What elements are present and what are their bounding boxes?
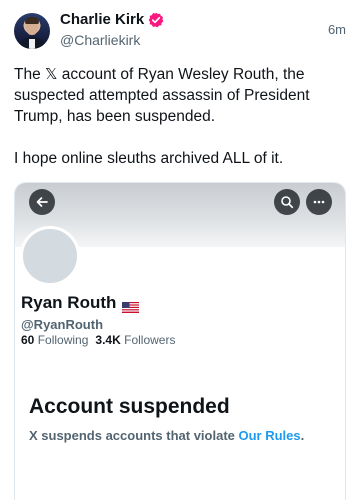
profile-screenshot-card[interactable]: Ryan Routh @RyanRouth 60 Following 3.4K …	[14, 182, 346, 500]
more-dots-icon	[313, 200, 325, 204]
profile-stats: 60 Following 3.4K Followers	[21, 333, 175, 347]
profile-handle: @RyanRouth	[21, 317, 104, 332]
following-label: Following	[37, 333, 89, 347]
author-handle[interactable]: @Charliekirk	[60, 30, 164, 50]
followers-count: 3.4K	[95, 333, 121, 347]
back-button[interactable]	[29, 189, 55, 215]
suspended-description: X suspends accounts that violate Our Rul…	[29, 428, 304, 443]
followers-stat: 3.4K Followers	[95, 333, 175, 347]
profile-name-text: Ryan Routh	[21, 293, 117, 312]
search-icon	[281, 196, 294, 209]
profile-avatar	[20, 226, 80, 286]
cutoff-text-strip	[14, 492, 346, 500]
author-avatar[interactable]	[14, 13, 50, 49]
followers-label: Followers	[124, 333, 176, 347]
verified-badge-icon	[148, 12, 164, 28]
author-name-text[interactable]: Charlie Kirk	[60, 10, 144, 30]
author-names: Charlie Kirk @Charliekirk	[60, 10, 164, 50]
suspended-desc-suffix: .	[300, 428, 305, 443]
post-text: The 𝕏 account of Ryan Wesley Routh, the …	[14, 64, 340, 169]
following-count: 60	[21, 333, 35, 347]
post-text-paragraph-2: I hope online sleuths archived ALL of it…	[14, 150, 284, 167]
suspended-title: Account suspended	[29, 395, 230, 418]
author-name[interactable]: Charlie Kirk	[60, 10, 164, 30]
post-text-paragraph-1: The 𝕏 account of Ryan Wesley Routh, the …	[14, 66, 310, 125]
post-header: Charlie Kirk @Charliekirk 6m	[14, 8, 346, 52]
profile-name: Ryan Routh	[21, 293, 140, 313]
our-rules-link[interactable]: Our Rules	[239, 428, 301, 443]
us-flag-icon	[122, 298, 140, 313]
suspended-desc-prefix: X suspends accounts that violate	[29, 428, 239, 443]
following-stat: 60 Following	[21, 333, 88, 347]
arrow-left-icon	[36, 197, 48, 207]
post-timestamp[interactable]: 6m	[328, 22, 346, 37]
more-button[interactable]	[306, 189, 332, 215]
search-button[interactable]	[274, 189, 300, 215]
